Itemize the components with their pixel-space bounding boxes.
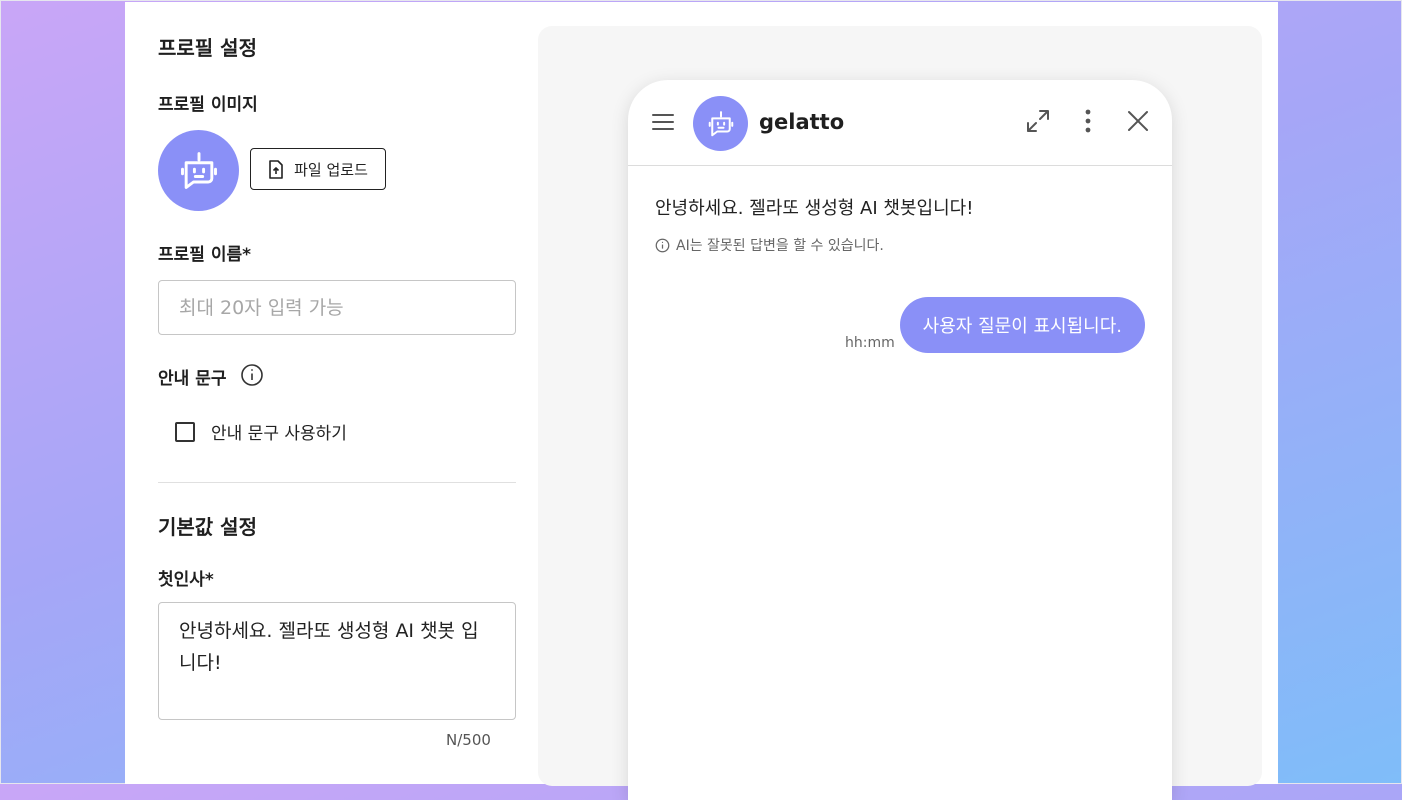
guide-checkbox[interactable] [175, 421, 195, 442]
info-icon[interactable] [240, 363, 264, 387]
info-icon [655, 238, 670, 252]
guide-checkbox-label: 안내 문구 사용하기 [211, 424, 347, 444]
robot-icon [180, 151, 217, 189]
more-vertical-icon[interactable] [1078, 108, 1098, 134]
chat-avatar [693, 96, 748, 151]
file-upload-icon [269, 159, 283, 179]
profile-section-title: 프로필 설정 [158, 36, 257, 60]
user-message-bubble: 사용자 질문이 표시됩니다. [899, 297, 1145, 353]
chat-window: gelatto 안녕하세요. 젤라또 생성형 AI 챗봇입니다! AI는 잘못된… [628, 80, 1172, 800]
bot-greeting-message: 안녕하세요. 젤라또 생성형 AI 챗봇입니다! [655, 198, 974, 219]
profile-name-input[interactable] [158, 280, 516, 335]
message-timestamp: hh:mm [845, 335, 895, 351]
first-greeting-label: 첫인사* [158, 570, 214, 590]
guide-label: 안내 문구 [158, 369, 227, 389]
file-upload-button[interactable]: 파일 업로드 [250, 148, 386, 190]
settings-panel: 프로필 설정 프로필 이미지 파일 업로드 프로필 이름* 안내 문구 [125, 2, 1278, 800]
hamburger-menu-icon[interactable] [652, 113, 674, 131]
expand-icon[interactable] [1025, 108, 1051, 134]
default-section-title: 기본값 설정 [158, 515, 257, 539]
profile-avatar [158, 130, 239, 211]
profile-name-label: 프로필 이름* [158, 245, 252, 265]
bot-name: gelatto [759, 110, 845, 134]
chat-preview-area: gelatto 안녕하세요. 젤라또 생성형 AI 챗봇입니다! AI는 잘못된… [538, 26, 1262, 800]
close-icon[interactable] [1126, 108, 1150, 134]
guide-checkbox-row[interactable]: 안내 문구 사용하기 [175, 419, 347, 444]
section-divider [158, 482, 516, 483]
robot-icon [708, 110, 733, 136]
ai-notice: AI는 잘못된 답변을 할 수 있습니다. [655, 235, 884, 255]
first-greeting-textarea[interactable]: 안녕하세요. 젤라또 생성형 AI 챗봇 입니다! [158, 602, 516, 720]
char-counter: N/500 [446, 731, 491, 749]
chat-header: gelatto [628, 80, 1172, 166]
file-upload-label: 파일 업로드 [294, 160, 368, 179]
ai-notice-text: AI는 잘못된 답변을 할 수 있습니다. [676, 238, 884, 254]
profile-image-label: 프로필 이미지 [158, 95, 258, 115]
